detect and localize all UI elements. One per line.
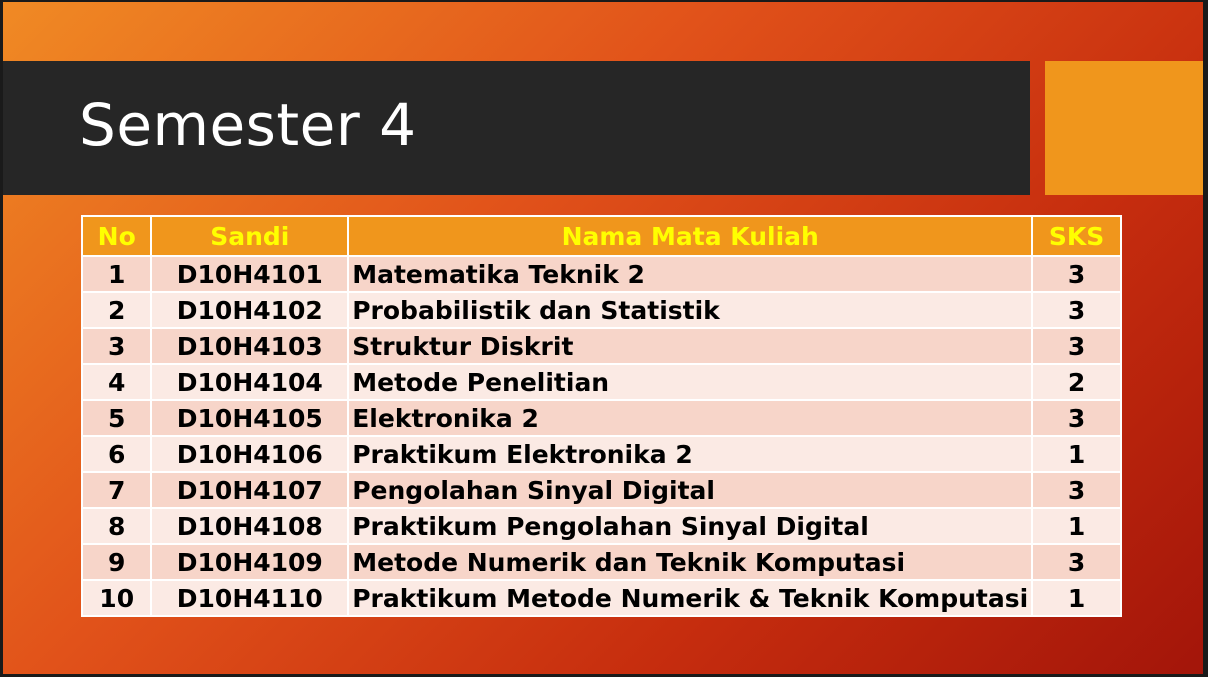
header-row: No Sandi Nama Mata Kuliah SKS [80, 215, 1122, 257]
slide: Semester 4 No Sandi Nama Mata Kuliah SKS… [3, 2, 1203, 674]
cell-sks: 2 [1031, 363, 1122, 401]
table-row: 7 D10H4107 Pengolahan Sinyal Digital 3 [80, 471, 1122, 509]
table-row: 6 D10H4106 Praktikum Elektronika 21 [80, 435, 1122, 473]
cell-sks: 1 [1031, 435, 1122, 473]
course-table: No Sandi Nama Mata Kuliah SKS 1 D10H4101 M… [80, 215, 1122, 617]
table-row: 4 D10H4104 Metode Penelitian 2 [80, 363, 1122, 401]
cell-name: Praktikum Elektronika 2 [347, 435, 1034, 473]
cell-no: 3 [80, 327, 153, 365]
cell-sks: 3 [1031, 291, 1122, 329]
cell-name: Probabilistik dan Statistik [347, 291, 1034, 329]
cell-no: 8 [80, 507, 153, 545]
cell-name: Praktikum Metode Numerik & Teknik Komput… [347, 579, 1034, 617]
cell-no: 1 [80, 255, 153, 293]
table-header: No Sandi Nama Mata Kuliah SKS [80, 215, 1122, 257]
cell-code: D10H4108 [150, 507, 350, 545]
cell-sks: 1 [1031, 579, 1122, 617]
cell-no: 6 [80, 435, 153, 473]
cell-name: Metode Numerik dan Teknik Komputasi [347, 543, 1034, 581]
cell-no: 2 [80, 291, 153, 329]
title-bar: Semester 4 [3, 61, 1030, 195]
cell-no: 9 [80, 543, 153, 581]
cell-no: 5 [80, 399, 153, 437]
table-row: 1 D10H4101 Matematika Teknik 23 [80, 255, 1122, 293]
cell-name: Metode Penelitian [347, 363, 1034, 401]
cell-code: D10H4109 [150, 543, 350, 581]
cell-name: Matematika Teknik 2 [347, 255, 1034, 293]
cell-name: Pengolahan Sinyal Digital [347, 471, 1034, 509]
slide-title: Semester 4 [79, 91, 417, 159]
table-row: 3 D10H4103 Struktur Diskrit 3 [80, 327, 1122, 365]
cell-sks: 3 [1031, 543, 1122, 581]
table-row: 5 D10H4105 Elektronika 23 [80, 399, 1122, 437]
header-sks: SKS [1031, 215, 1122, 257]
header-name: Nama Mata Kuliah [347, 215, 1034, 257]
cell-code: D10H4106 [150, 435, 350, 473]
cell-code: D10H4110 [150, 579, 350, 617]
cell-sks: 3 [1031, 399, 1122, 437]
cell-no: 10 [80, 579, 153, 617]
cell-name: Struktur Diskrit [347, 327, 1034, 365]
cell-name: Elektronika 2 [347, 399, 1034, 437]
cell-code: D10H4104 [150, 363, 350, 401]
cell-code: D10H4103 [150, 327, 350, 365]
table-row: 9 D10H4109 Metode Numerik dan Teknik Kompu… [80, 543, 1122, 581]
cell-no: 7 [80, 471, 153, 509]
cell-code: D10H4101 [150, 255, 350, 293]
cell-code: D10H4107 [150, 471, 350, 509]
cell-sks: 3 [1031, 471, 1122, 509]
table-row: 2 D10H4102 Probabilistik dan Statistik 3 [80, 291, 1122, 329]
cell-no: 4 [80, 363, 153, 401]
header-no: No [80, 215, 153, 257]
cell-code: D10H4102 [150, 291, 350, 329]
cell-sks: 3 [1031, 327, 1122, 365]
accent-box [1045, 61, 1203, 195]
cell-code: D10H4105 [150, 399, 350, 437]
table-body: 1 D10H4101 Matematika Teknik 2 3 2 D10H4102 Pr… [80, 255, 1122, 617]
cell-sks: 1 [1031, 507, 1122, 545]
table-row: 10 D10H4110 Praktikum Metode Numerik & Tek… [80, 579, 1122, 617]
header-code: Sandi [150, 215, 350, 257]
cell-sks: 3 [1031, 255, 1122, 293]
table-row: 8 D10H4108 Praktikum Pengolahan Sinyal Dig… [80, 507, 1122, 545]
cell-name: Praktikum Pengolahan Sinyal Digital [347, 507, 1034, 545]
